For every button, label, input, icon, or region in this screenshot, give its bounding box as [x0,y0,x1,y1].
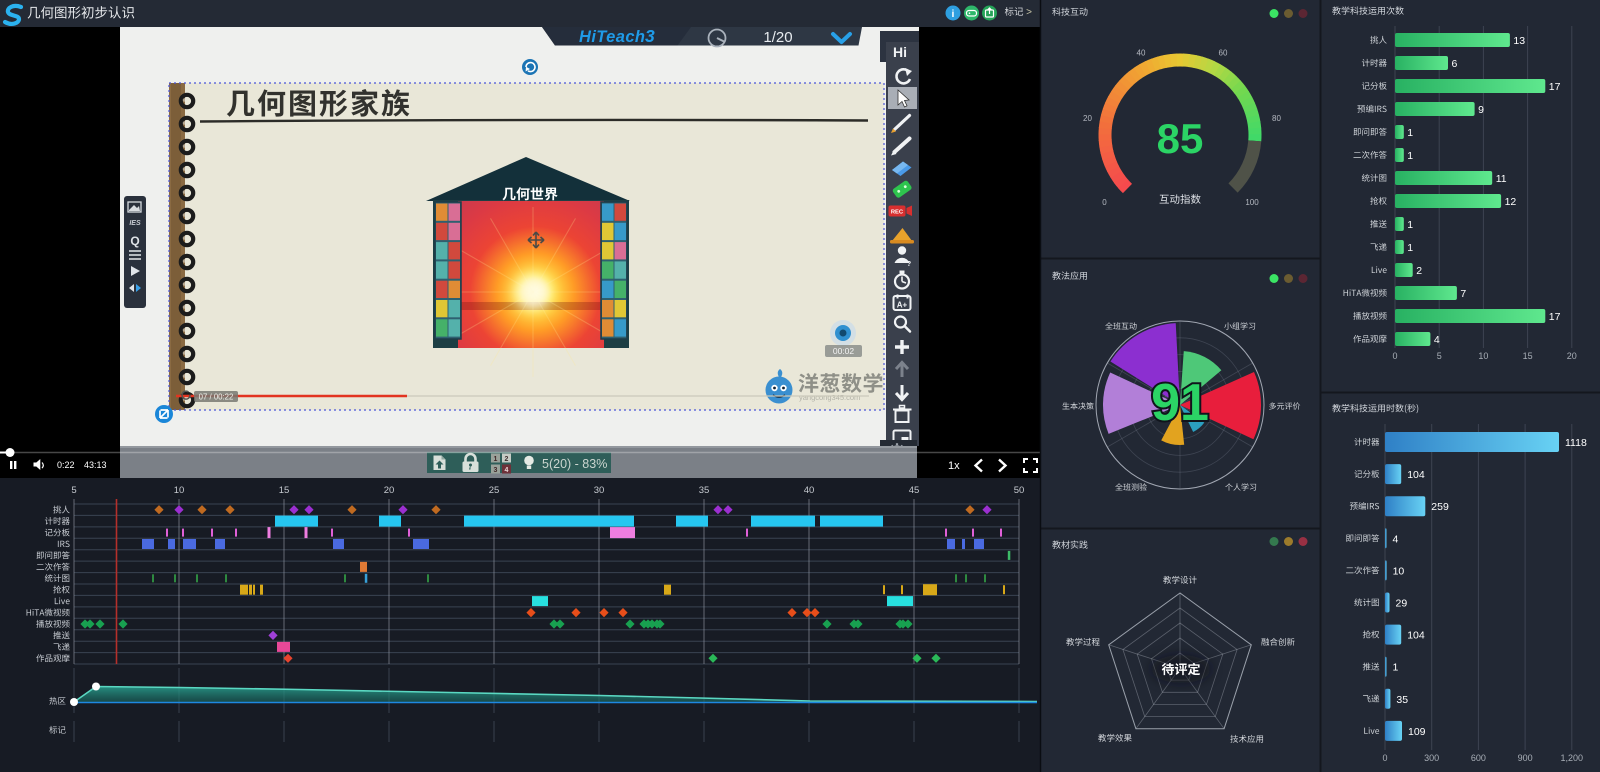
svg-text:11: 11 [1496,173,1507,185]
svg-text:1: 1 [1407,127,1413,139]
svg-text:1118: 1118 [1565,437,1587,449]
svg-text:1: 1 [1407,150,1413,162]
svg-text:0: 0 [1392,351,1397,361]
svg-text:20: 20 [1083,114,1092,123]
svg-text:10: 10 [1478,351,1488,361]
svg-text:1: 1 [1407,219,1413,231]
svg-text:0: 0 [1102,198,1107,207]
svg-text:25: 25 [489,485,500,496]
svg-text:15: 15 [279,485,290,496]
svg-text:900: 900 [1518,753,1533,763]
svg-text:0: 0 [1382,753,1387,763]
svg-text:1/20: 1/20 [763,29,792,46]
svg-text:5: 5 [71,485,76,496]
svg-text:10: 10 [174,485,185,496]
svg-text:85: 85 [1157,115,1204,162]
svg-text:3: 3 [494,467,498,474]
svg-text:12: 12 [1505,196,1517,208]
svg-text:40: 40 [804,485,815,496]
svg-text:13: 13 [1513,35,1525,47]
svg-text:yangcong345.com: yangcong345.com [799,393,860,402]
svg-text:A+: A+ [897,301,908,310]
svg-text:?: ? [907,261,911,268]
svg-text:2: 2 [1416,265,1422,277]
svg-text:>: > [1026,7,1032,18]
svg-text:35: 35 [699,485,710,496]
svg-text:IES: IES [129,220,141,227]
svg-text:104: 104 [1407,630,1425,642]
svg-text:0:22: 0:22 [57,460,75,470]
svg-text:3: 3 [645,26,655,46]
svg-text:4: 4 [1434,334,1440,346]
svg-text:17: 17 [1549,311,1561,323]
svg-text:1: 1 [1407,242,1413,254]
svg-text:7: 7 [1460,288,1466,300]
svg-text:43:13: 43:13 [84,460,107,470]
svg-text:91: 91 [1151,374,1209,432]
svg-text:5: 5 [1437,351,1442,361]
svg-text:00:02: 00:02 [833,346,855,356]
svg-text:4: 4 [1393,533,1399,545]
svg-text:20: 20 [1567,351,1577,361]
svg-text:i: i [952,8,955,20]
svg-text:45: 45 [909,485,920,496]
svg-text:5(20) - 83%: 5(20) - 83% [542,457,607,471]
svg-text:29: 29 [1396,598,1408,610]
svg-text:600: 600 [1471,753,1486,763]
svg-text:35: 35 [1396,694,1408,706]
svg-text:07 / 00:22: 07 / 00:22 [199,393,234,402]
svg-text:1: 1 [1393,662,1399,674]
svg-text:100: 100 [1245,198,1259,207]
svg-text:20: 20 [384,485,395,496]
svg-text:REC: REC [891,210,904,216]
svg-text:15: 15 [1523,351,1533,361]
svg-text:60: 60 [1219,49,1228,58]
svg-text:259: 259 [1431,501,1449,513]
svg-text:300: 300 [1424,753,1439,763]
svg-text:9: 9 [1478,104,1484,116]
svg-text:Q: Q [130,234,139,248]
svg-text:17: 17 [1549,81,1561,93]
svg-text:10: 10 [1393,565,1405,577]
svg-text:6: 6 [1452,58,1458,70]
svg-text:80: 80 [1272,114,1281,123]
svg-text:1,200: 1,200 [1561,753,1584,763]
svg-text:30: 30 [594,485,605,496]
svg-text:4: 4 [505,467,509,474]
svg-text:104: 104 [1407,469,1425,481]
svg-text:HiTeach: HiTeach [579,28,645,46]
svg-text:Hi: Hi [893,44,907,60]
svg-text:1: 1 [494,456,498,463]
svg-text:1x: 1x [948,460,960,472]
svg-text:40: 40 [1137,49,1146,58]
svg-text:2: 2 [505,456,509,463]
svg-text:50: 50 [1014,485,1025,496]
svg-text:109: 109 [1408,726,1426,738]
